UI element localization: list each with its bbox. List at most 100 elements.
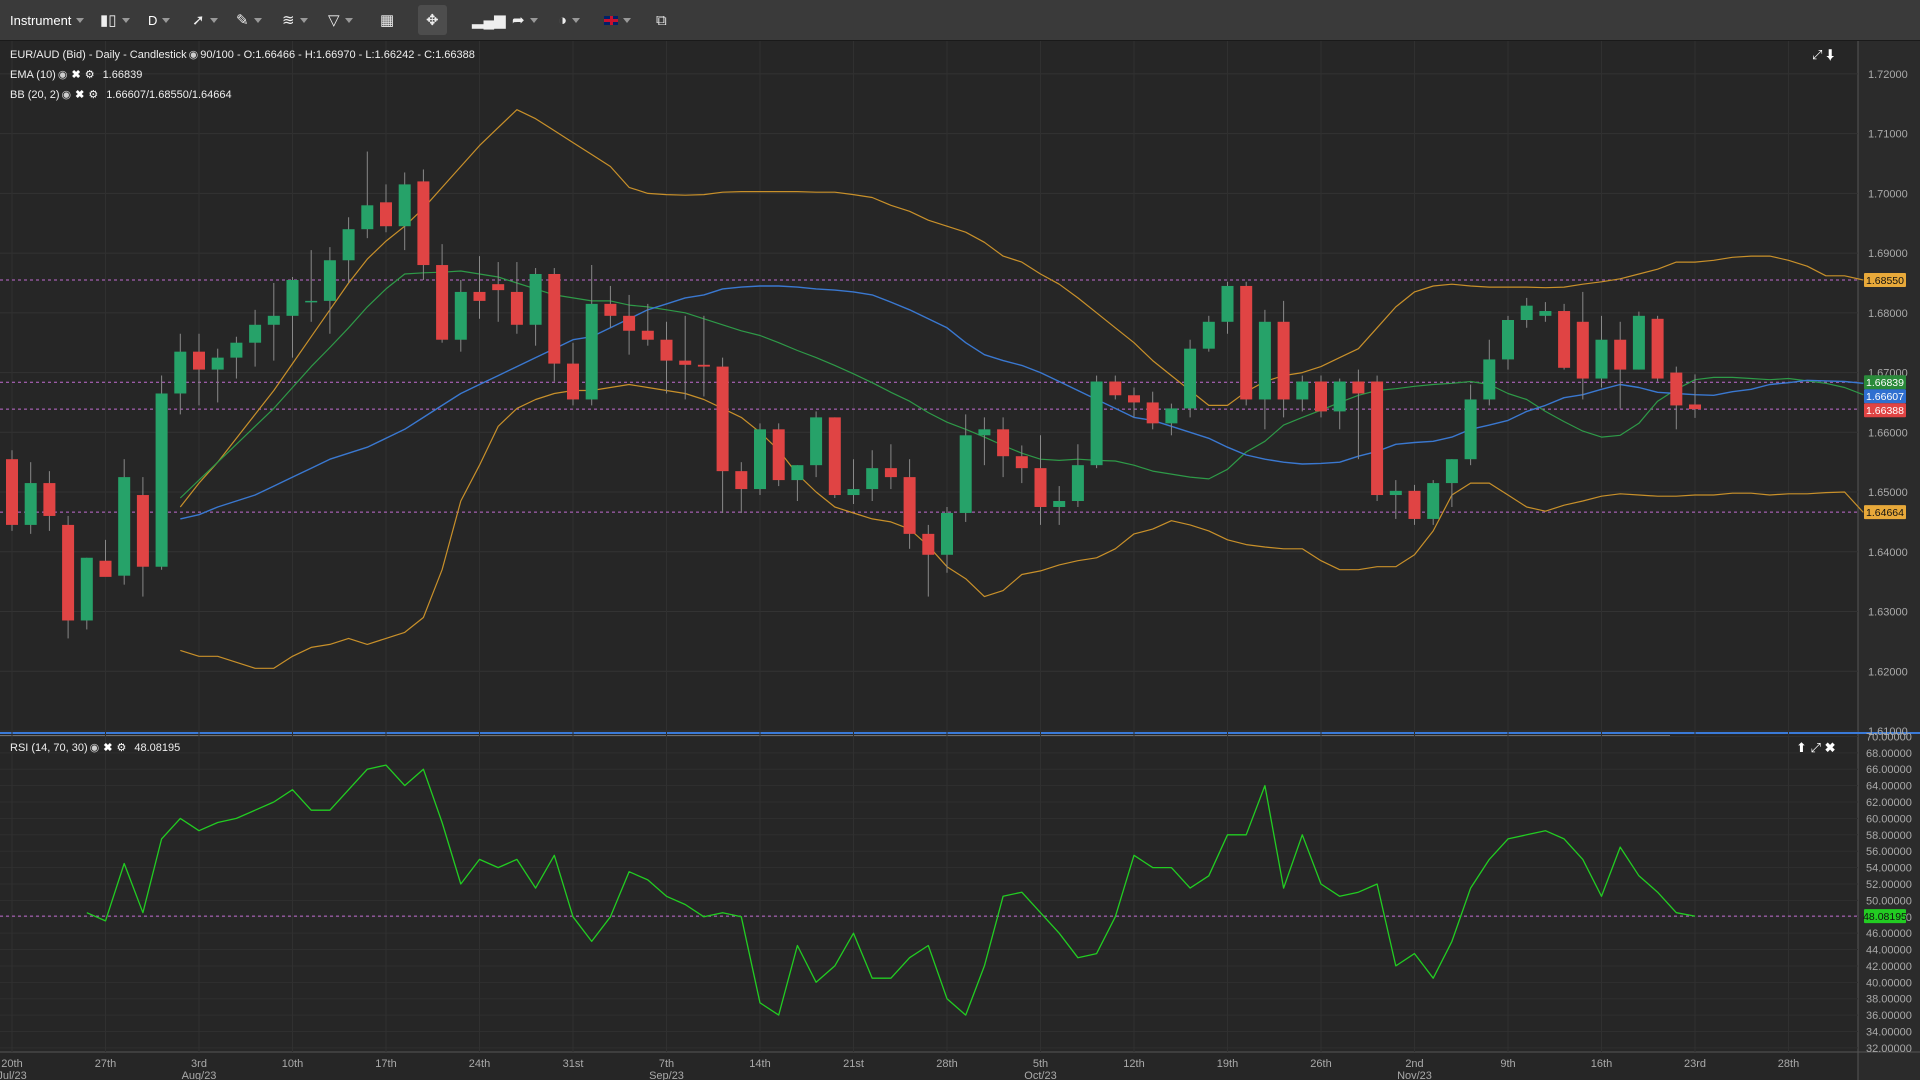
legend-bb: BB (20, 2) ◉ ✖ ⚙ 1.66607/1.68550/1.64664	[10, 88, 232, 102]
timeframe-dropdown[interactable]: D	[148, 0, 171, 40]
time-tick-label: 17th	[375, 1058, 396, 1070]
legend-ema-value: 1.66839	[102, 68, 143, 81]
time-tick-label: 5th	[1033, 1058, 1048, 1070]
language-dropdown[interactable]	[604, 0, 631, 40]
candle	[1109, 375, 1122, 400]
close-icon[interactable]: ✖	[75, 88, 84, 101]
candle-body	[679, 360, 692, 365]
price-tick-label: 1.66000	[1868, 427, 1908, 439]
price-tag: 1.66839	[1864, 375, 1906, 390]
candle	[473, 256, 486, 319]
candle-body	[1296, 381, 1309, 400]
candle	[585, 265, 598, 406]
legend-ohlc: 90/100 - O:1.66466 - H:1.66970 - L:1.662…	[200, 48, 475, 61]
candle-body	[1520, 305, 1533, 321]
close-icon[interactable]: ✖	[71, 68, 80, 81]
time-tick-label: 9th	[1500, 1058, 1515, 1070]
candle	[1408, 484, 1421, 525]
eye-icon[interactable]: ◉	[189, 48, 199, 61]
candle	[922, 524, 935, 597]
candle	[1034, 435, 1047, 525]
maximize-icon[interactable]: ⤢	[1811, 740, 1821, 755]
candle-body	[1445, 459, 1458, 484]
rsi-tick-label: 54.00000	[1866, 863, 1912, 875]
candle-body	[24, 483, 37, 525]
chevron-down-icon	[299, 17, 308, 23]
close-icon[interactable]: ✖	[103, 741, 112, 754]
layout-button[interactable]: ▦	[380, 0, 394, 40]
eye-icon[interactable]: ◉	[58, 68, 68, 81]
candle-body	[492, 284, 505, 291]
time-month-label: Aug/23	[182, 1070, 217, 1080]
main-pane-controls: ⤢ ⬇	[1812, 47, 1834, 63]
close-icon[interactable]: ✖	[1825, 740, 1836, 755]
move-down-icon[interactable]: ⬇	[1826, 47, 1834, 62]
candle-body	[1595, 339, 1608, 379]
candle	[660, 321, 673, 394]
candle	[791, 465, 804, 502]
candle	[641, 303, 654, 346]
instrument-label: Instrument	[10, 12, 72, 28]
time-tick-label: 24th	[469, 1058, 490, 1070]
rsi-line	[86, 764, 1696, 1016]
gear-icon[interactable]: ⚙	[116, 741, 126, 754]
theme-dropdown[interactable]: ◑	[558, 0, 581, 40]
candle	[1202, 315, 1215, 352]
price-tick-label: 1.63000	[1868, 607, 1908, 619]
share-dropdown[interactable]: ➦	[512, 0, 538, 40]
rsi-tick-label: 66.00000	[1866, 764, 1912, 776]
popout-button[interactable]: ⧉	[656, 0, 667, 40]
rsi-tick-label: 46.00000	[1866, 928, 1912, 940]
candle-body	[1034, 468, 1047, 507]
price-tick-label: 1.64000	[1868, 547, 1908, 559]
gear-icon[interactable]: ⚙	[85, 68, 95, 81]
time-month-label: Sep/23	[649, 1070, 684, 1080]
move-up-icon[interactable]: ⬆	[1796, 740, 1807, 755]
indicators-dropdown[interactable]: ≋	[282, 0, 308, 40]
line-tools-dropdown[interactable]: ➚	[192, 0, 218, 40]
eye-icon[interactable]: ◉	[62, 88, 72, 101]
candle	[1071, 444, 1084, 507]
candle	[1165, 403, 1178, 436]
candle	[62, 515, 75, 639]
candle	[1389, 480, 1402, 519]
measure-tools-dropdown[interactable]: ✎	[236, 0, 262, 40]
instrument-dropdown[interactable]: Instrument	[10, 0, 85, 40]
rsi-tick-label: 68.00000	[1866, 748, 1912, 760]
uk-flag-icon	[604, 15, 618, 25]
candle-body	[1258, 321, 1271, 400]
price-tick-label: 1.69000	[1868, 248, 1908, 260]
delete-dropdown[interactable]: ▽	[328, 0, 353, 40]
chart-area[interactable]: 1.720001.710001.700001.690001.680001.670…	[0, 41, 1920, 1080]
candle-body	[267, 315, 280, 325]
candle	[380, 184, 392, 233]
candle-body	[1315, 381, 1327, 412]
candle-body	[342, 229, 355, 261]
candle-body	[1408, 490, 1421, 519]
rsi-tick-label: 62.00000	[1866, 797, 1912, 809]
rsi-tick-label: 64.00000	[1866, 781, 1912, 793]
fullscreen-button[interactable]: ✥	[418, 5, 447, 35]
candle-body	[286, 279, 299, 316]
candle	[174, 333, 187, 415]
candle	[978, 417, 991, 466]
eye-icon[interactable]: ◉	[90, 741, 100, 754]
candle-body	[380, 202, 392, 227]
candle	[342, 217, 355, 283]
candle	[249, 309, 262, 367]
candle-body	[1277, 321, 1290, 400]
maximize-icon[interactable]: ⤢	[1812, 47, 1822, 62]
gear-icon[interactable]: ⚙	[88, 88, 98, 101]
candle	[24, 462, 37, 534]
candle-body	[136, 495, 149, 567]
candle	[155, 375, 168, 570]
candle-body	[305, 300, 318, 303]
trash-icon: ▽	[328, 12, 340, 29]
candle	[1352, 369, 1365, 460]
volume-button[interactable]: ▂▄▆	[472, 0, 506, 40]
candle-body	[1389, 490, 1402, 496]
candle	[1520, 297, 1533, 328]
candle-body	[1614, 339, 1627, 370]
candle	[679, 315, 692, 400]
chart-type-dropdown[interactable]: ▮▯	[100, 0, 130, 40]
